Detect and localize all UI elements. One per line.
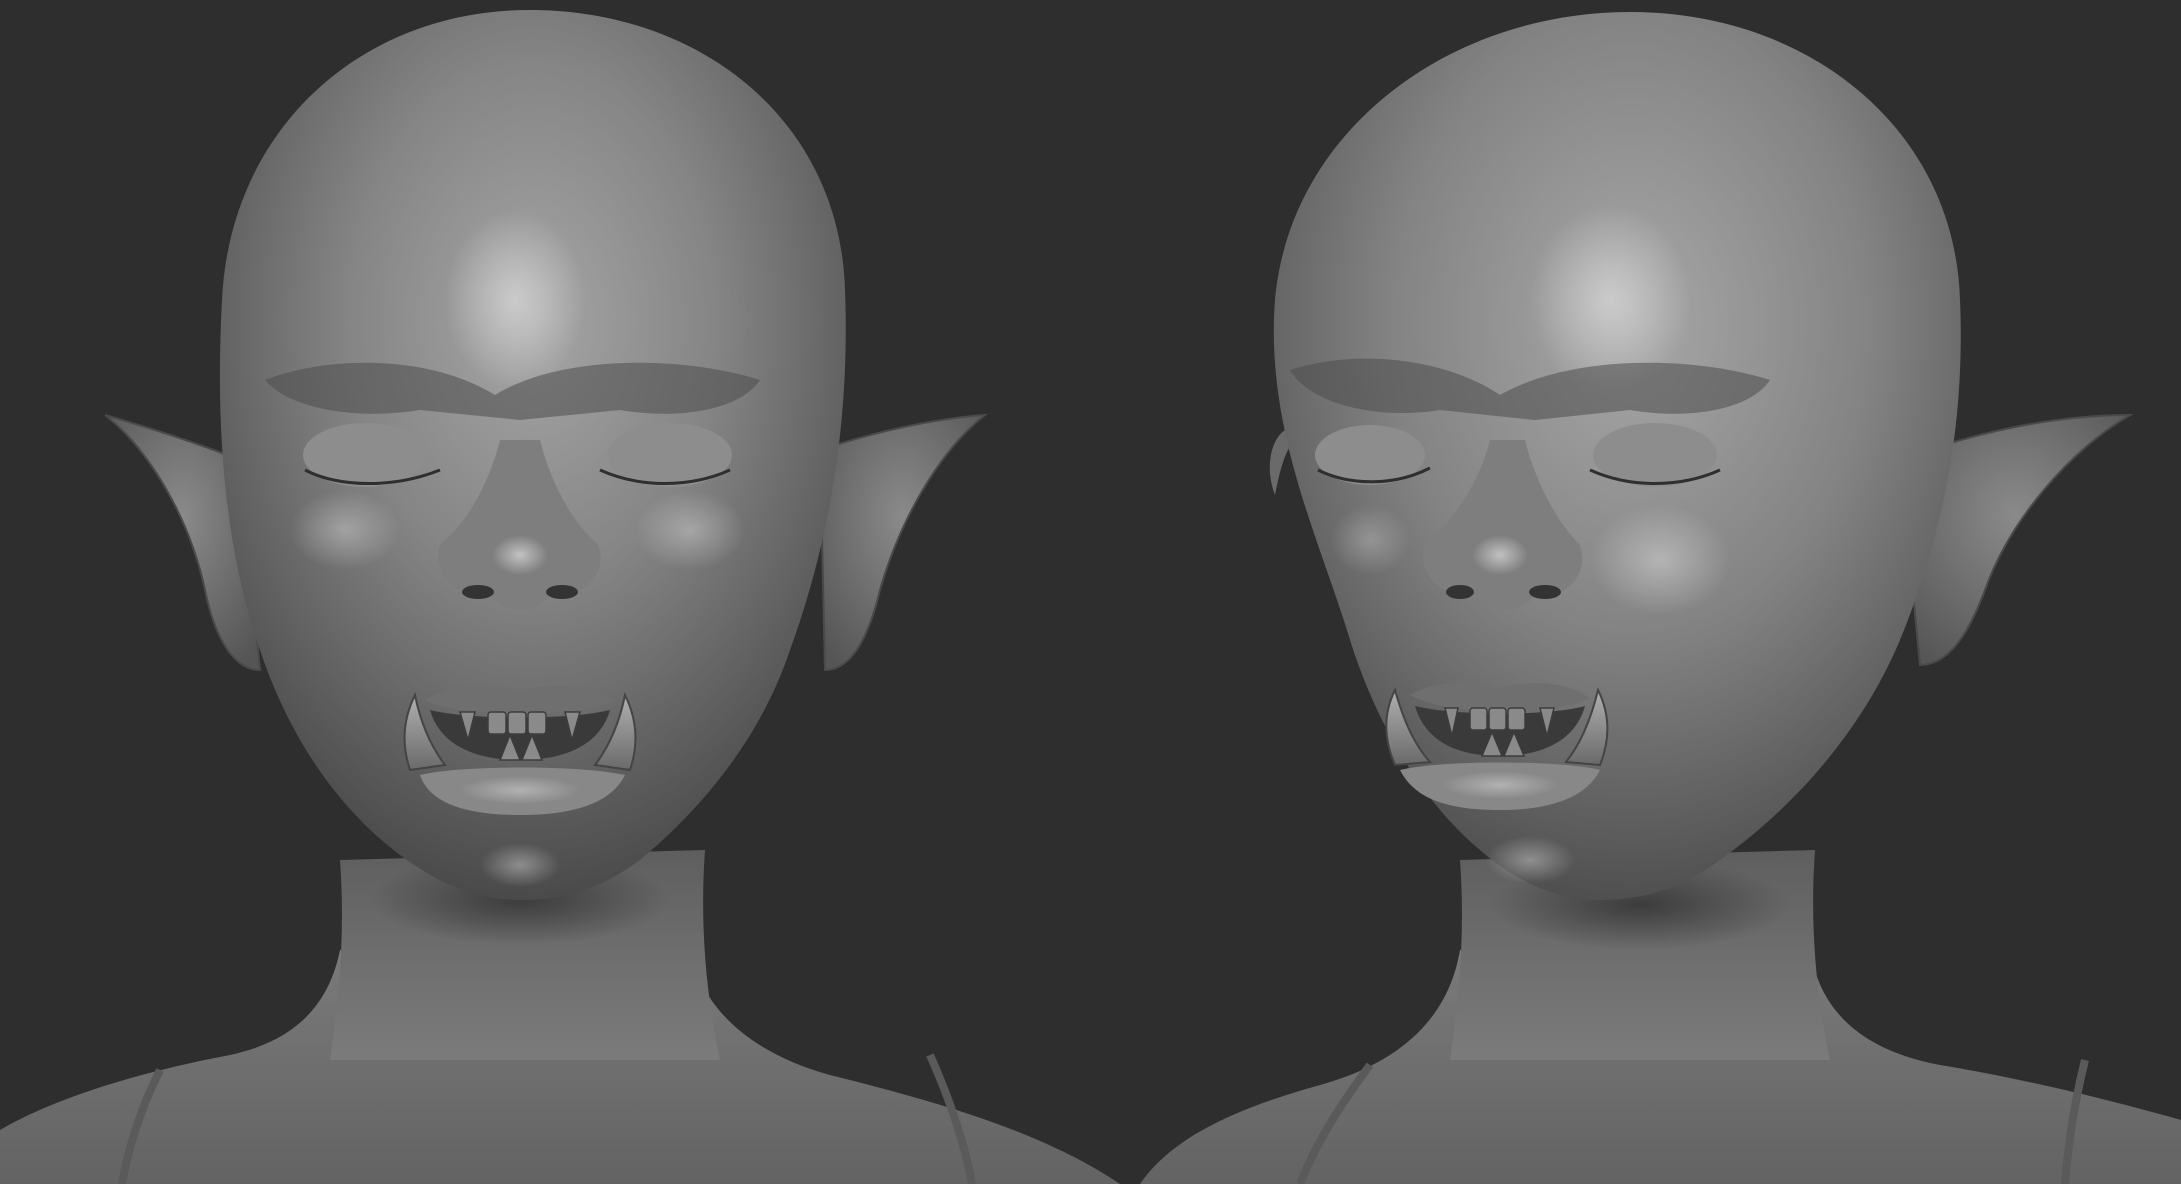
front-right-ear bbox=[818, 413, 989, 672]
front-chin-highlight bbox=[480, 843, 560, 887]
side-left-nostril bbox=[1446, 585, 1474, 599]
side-right-cheek-highlight bbox=[1590, 505, 1730, 615]
front-nose-tip-highlight bbox=[492, 535, 548, 575]
sculpt-render-viewport bbox=[0, 0, 2181, 1184]
front-right-cheek-highlight bbox=[635, 490, 745, 570]
side-chin-highlight bbox=[1485, 836, 1575, 884]
three-quarter-view-bust bbox=[1140, 12, 2181, 1184]
front-left-nostril bbox=[462, 585, 494, 599]
front-right-nostril bbox=[546, 585, 578, 599]
front-view-bust bbox=[0, 10, 1120, 1184]
side-nose-tip-highlight bbox=[1472, 535, 1528, 575]
side-right-nostril bbox=[1529, 585, 1561, 599]
front-forehead-highlight bbox=[445, 210, 585, 390]
front-left-cheek-highlight bbox=[290, 490, 400, 570]
side-lower-lip-highlight bbox=[1442, 771, 1558, 799]
front-lower-lip-highlight bbox=[460, 776, 580, 804]
side-left-cheek-highlight bbox=[1330, 505, 1410, 575]
sculpt-render bbox=[0, 10, 2181, 1184]
